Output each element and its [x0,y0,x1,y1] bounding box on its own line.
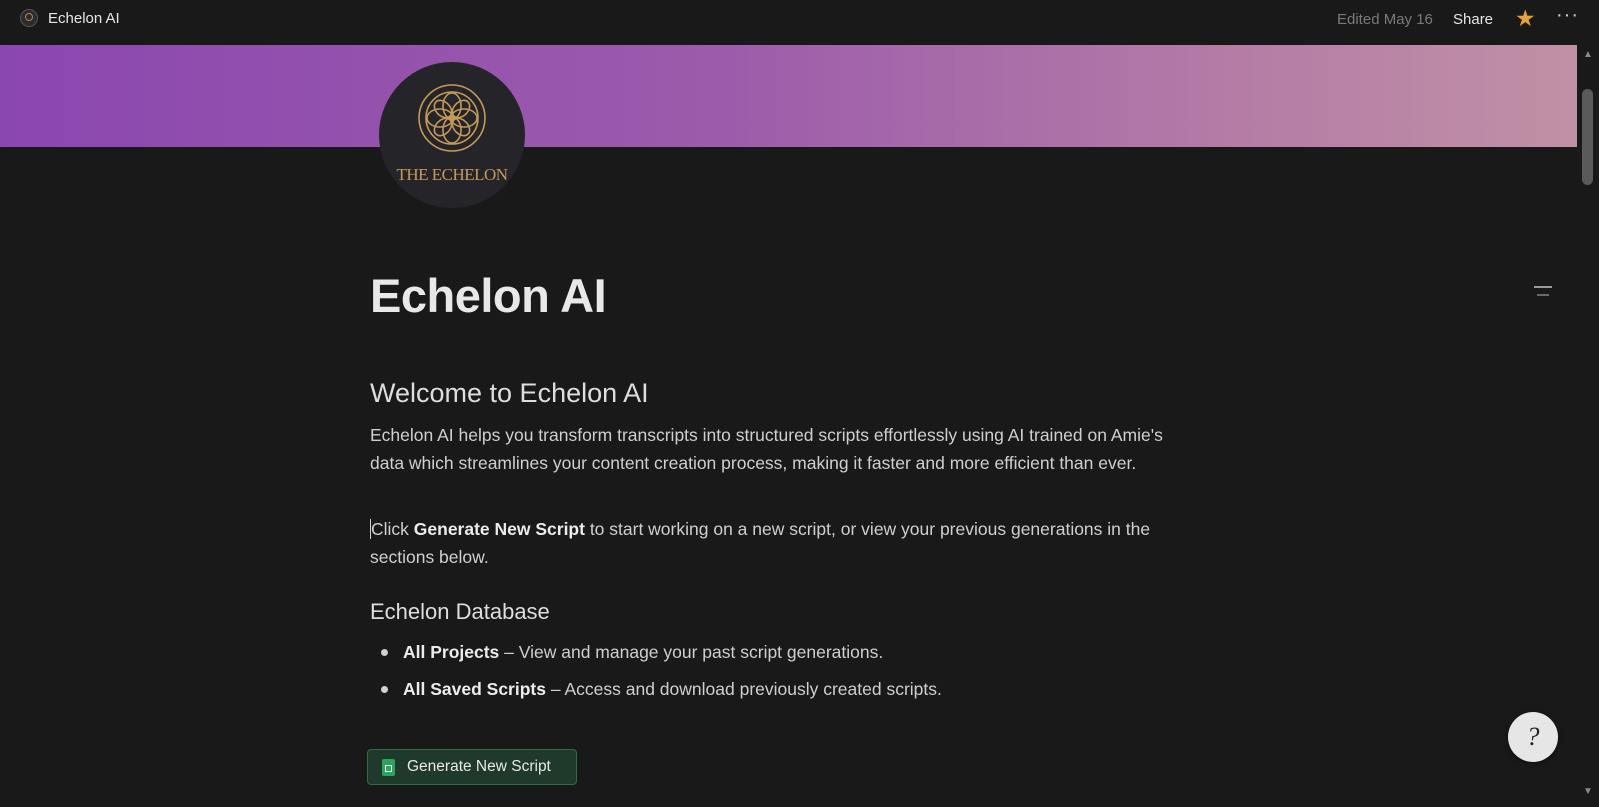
list-item[interactable]: All Saved Scripts – Access and download … [370,675,942,703]
database-list: All Projects – View and manage your past… [370,638,942,712]
scrollbar-thumb[interactable] [1582,89,1593,185]
generate-button-label: Generate New Script [407,758,551,775]
share-button[interactable]: Share [1453,11,1493,28]
help-button[interactable]: ? [1508,712,1558,762]
welcome-heading: Welcome to Echelon AI [370,378,649,408]
database-heading: Echelon Database [370,599,550,624]
help-icon: ? [1526,722,1540,751]
vertical-scrollbar[interactable]: ▲ ▼ [1578,45,1599,807]
table-of-contents-icon[interactable] [1534,286,1552,302]
breadcrumb[interactable]: Echelon AI [20,9,120,27]
workspace-logo-icon [20,9,38,27]
scroll-down-arrow-icon[interactable]: ▼ [1583,786,1593,797]
page-logo[interactable]: THE ECHELON [379,62,525,208]
instruction-prefix: Click [371,519,414,539]
last-edited-label: Edited May 16 [1337,11,1433,28]
scroll-up-arrow-icon[interactable]: ▲ [1583,49,1593,60]
page-title: Echelon AI [370,269,607,322]
list-item-text: – View and manage your past script gener… [499,642,884,662]
logo-wordmark: THE ECHELON [396,165,508,184]
generate-new-script-button[interactable]: Generate New Script [367,749,577,785]
spreadsheet-icon [382,758,395,776]
instruction-bold: Generate New Script [413,519,585,539]
page-breadcrumb-title[interactable]: Echelon AI [48,10,120,27]
instruction-paragraph[interactable]: Click Generate New Script to start worki… [370,515,1210,571]
list-item-text: – Access and download previously created… [545,679,942,699]
top-bar: Echelon AI Edited May 16 Share ★ ··· [0,0,1599,44]
favorite-star-icon[interactable]: ★ [1515,5,1536,32]
cover-banner[interactable] [0,45,1577,147]
more-options-icon[interactable]: ··· [1556,4,1579,27]
intro-paragraph[interactable]: Echelon AI helps you transform transcrip… [370,421,1190,477]
list-item[interactable]: All Projects – View and manage your past… [370,638,942,666]
list-item-title: All Saved Scripts [403,679,546,699]
list-item-title: All Projects [403,642,500,662]
echelon-emblem-icon [418,84,486,152]
